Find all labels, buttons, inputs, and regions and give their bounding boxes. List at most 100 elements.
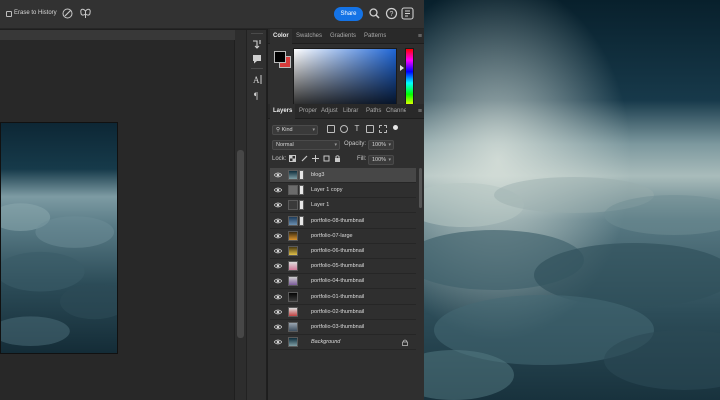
search-icon[interactable] <box>368 7 381 20</box>
tab-layers[interactable]: Layers <box>270 104 296 119</box>
filter-toggle-icon[interactable] <box>393 125 398 130</box>
layer-name[interactable]: portfolio-03-thumbnail <box>311 324 364 330</box>
layer-row[interactable]: portfolio-01-thumbnail <box>270 289 416 305</box>
lock-all-icon[interactable] <box>334 155 341 162</box>
layer-row[interactable]: portfolio-07-large <box>270 228 416 244</box>
tab-adjustments[interactable]: Adjust <box>321 104 338 119</box>
layer-thumbnail[interactable] <box>288 276 298 287</box>
erase-to-history-checkbox[interactable] <box>6 11 12 17</box>
visibility-eye-icon[interactable] <box>274 294 282 300</box>
layer-row[interactable]: portfolio-04-thumbnail <box>270 274 416 290</box>
visibility-eye-icon[interactable] <box>274 278 282 284</box>
layer-thumbnail[interactable] <box>288 185 298 196</box>
lock-icon[interactable] <box>402 339 408 347</box>
right-panels: Color Swatches Gradients Patterns ≡ Laye… <box>267 29 425 400</box>
tab-patterns[interactable]: Patterns <box>364 29 386 44</box>
visibility-eye-icon[interactable] <box>274 172 282 178</box>
comments-icon[interactable] <box>251 53 263 65</box>
layer-thumbnail[interactable] <box>288 291 298 302</box>
help-icon[interactable]: ? <box>385 7 398 20</box>
visibility-eye-icon[interactable] <box>274 202 282 208</box>
visibility-eye-icon[interactable] <box>274 233 282 239</box>
butterfly-icon[interactable] <box>79 7 92 20</box>
layer-row[interactable]: portfolio-02-thumbnail <box>270 304 416 320</box>
visibility-eye-icon[interactable] <box>274 309 282 315</box>
canvas-vertical-scrollbar[interactable] <box>235 30 246 400</box>
layers-scrollbar[interactable] <box>418 168 423 288</box>
foreground-color-swatch[interactable] <box>274 51 286 63</box>
tab-libraries[interactable]: Librar <box>343 104 361 119</box>
canvas-scroll-thumb[interactable] <box>237 150 244 338</box>
layer-row[interactable]: portfolio-05-thumbnail <box>270 259 416 275</box>
visibility-eye-icon[interactable] <box>274 218 282 224</box>
layer-row[interactable]: portfolio-06-thumbnail <box>270 244 416 259</box>
layer-mask-thumbnail[interactable] <box>299 215 304 226</box>
document-image[interactable] <box>0 122 118 354</box>
blend-mode-dropdown[interactable]: Normal ▾ <box>272 140 340 150</box>
visibility-eye-icon[interactable] <box>274 339 282 345</box>
lock-artboard-icon[interactable] <box>323 155 330 162</box>
hue-slider-arrow[interactable] <box>400 65 404 71</box>
fill-field[interactable]: 100% ▾ <box>368 155 394 165</box>
tab-paths[interactable]: Paths <box>366 104 382 119</box>
layer-name[interactable]: Layer 1 copy <box>311 187 343 193</box>
layer-thumbnail[interactable] <box>288 230 298 241</box>
smart-object-filter-icon[interactable] <box>379 125 387 133</box>
layer-row[interactable]: Layer 1 copy <box>270 183 416 199</box>
layer-name[interactable]: portfolio-02-thumbnail <box>311 309 364 315</box>
layer-name[interactable]: portfolio-04-thumbnail <box>311 278 364 284</box>
shape-filter-icon[interactable] <box>366 125 374 133</box>
visibility-eye-icon[interactable] <box>274 263 282 269</box>
layer-mask-thumbnail[interactable] <box>299 200 304 211</box>
layer-name[interactable]: portfolio-08-thumbnail <box>311 218 364 224</box>
lock-transparent-pixels-icon[interactable] <box>289 155 296 162</box>
layer-thumbnail[interactable] <box>288 261 298 272</box>
layer-name[interactable]: portfolio-05-thumbnail <box>311 263 364 269</box>
layer-row[interactable]: blog3 <box>270 168 416 183</box>
visibility-eye-icon[interactable] <box>274 248 282 254</box>
layer-name[interactable]: portfolio-06-thumbnail <box>311 248 364 254</box>
history-brush-icon[interactable] <box>251 38 263 50</box>
layer-thumbnail[interactable] <box>288 215 298 226</box>
layer-name[interactable]: Background <box>311 339 340 345</box>
tab-color[interactable]: Color <box>270 29 292 44</box>
share-button[interactable]: Share <box>334 7 363 21</box>
layers-panel-menu-icon[interactable]: ≡ <box>418 104 422 119</box>
adjustment-filter-icon[interactable] <box>340 125 348 133</box>
tab-properties[interactable]: Proper <box>299 104 317 119</box>
visibility-eye-icon[interactable] <box>274 187 282 193</box>
layer-thumbnail[interactable] <box>288 246 298 256</box>
lock-position-icon[interactable] <box>312 155 319 162</box>
layer-thumbnail[interactable] <box>288 200 298 211</box>
layers-scroll-thumb[interactable] <box>419 168 422 208</box>
layer-row[interactable]: Layer 1 <box>270 198 416 214</box>
tab-channels[interactable]: Channe <box>386 104 406 119</box>
layer-mask-thumbnail[interactable] <box>299 170 304 180</box>
account-icon[interactable] <box>401 7 414 20</box>
layer-row[interactable]: portfolio-03-thumbnail <box>270 320 416 335</box>
lock-image-pixels-icon[interactable] <box>301 155 308 162</box>
layer-name[interactable]: portfolio-07-large <box>311 233 353 239</box>
layer-name[interactable]: blog3 <box>311 172 324 178</box>
pressure-pen-icon[interactable] <box>61 7 74 20</box>
tab-swatches[interactable]: Swatches <box>296 29 322 44</box>
layer-row[interactable]: Background <box>270 335 416 351</box>
document-canvas-area[interactable] <box>0 30 246 400</box>
layer-thumbnail[interactable] <box>288 337 298 348</box>
kind-filter-dropdown[interactable]: ⚲ Kind ▾ <box>272 125 318 135</box>
layer-name[interactable]: portfolio-01-thumbnail <box>311 294 364 300</box>
pixel-filter-icon[interactable] <box>327 125 335 133</box>
layer-thumbnail[interactable] <box>288 322 298 332</box>
type-filter-icon[interactable]: T <box>353 125 361 133</box>
layer-thumbnail[interactable] <box>288 170 298 180</box>
opacity-field[interactable]: 100% ▾ <box>368 140 394 150</box>
visibility-eye-icon[interactable] <box>274 324 282 330</box>
color-panel-menu-icon[interactable]: ≡ <box>418 29 422 44</box>
tab-gradients[interactable]: Gradients <box>330 29 356 44</box>
layer-mask-thumbnail[interactable] <box>299 185 304 196</box>
layer-thumbnail[interactable] <box>288 306 298 317</box>
layer-row[interactable]: portfolio-08-thumbnail <box>270 213 416 229</box>
character-panel-icon[interactable]: A <box>251 73 263 85</box>
layer-name[interactable]: Layer 1 <box>311 202 329 208</box>
paragraph-panel-icon[interactable]: ¶ <box>251 89 263 101</box>
